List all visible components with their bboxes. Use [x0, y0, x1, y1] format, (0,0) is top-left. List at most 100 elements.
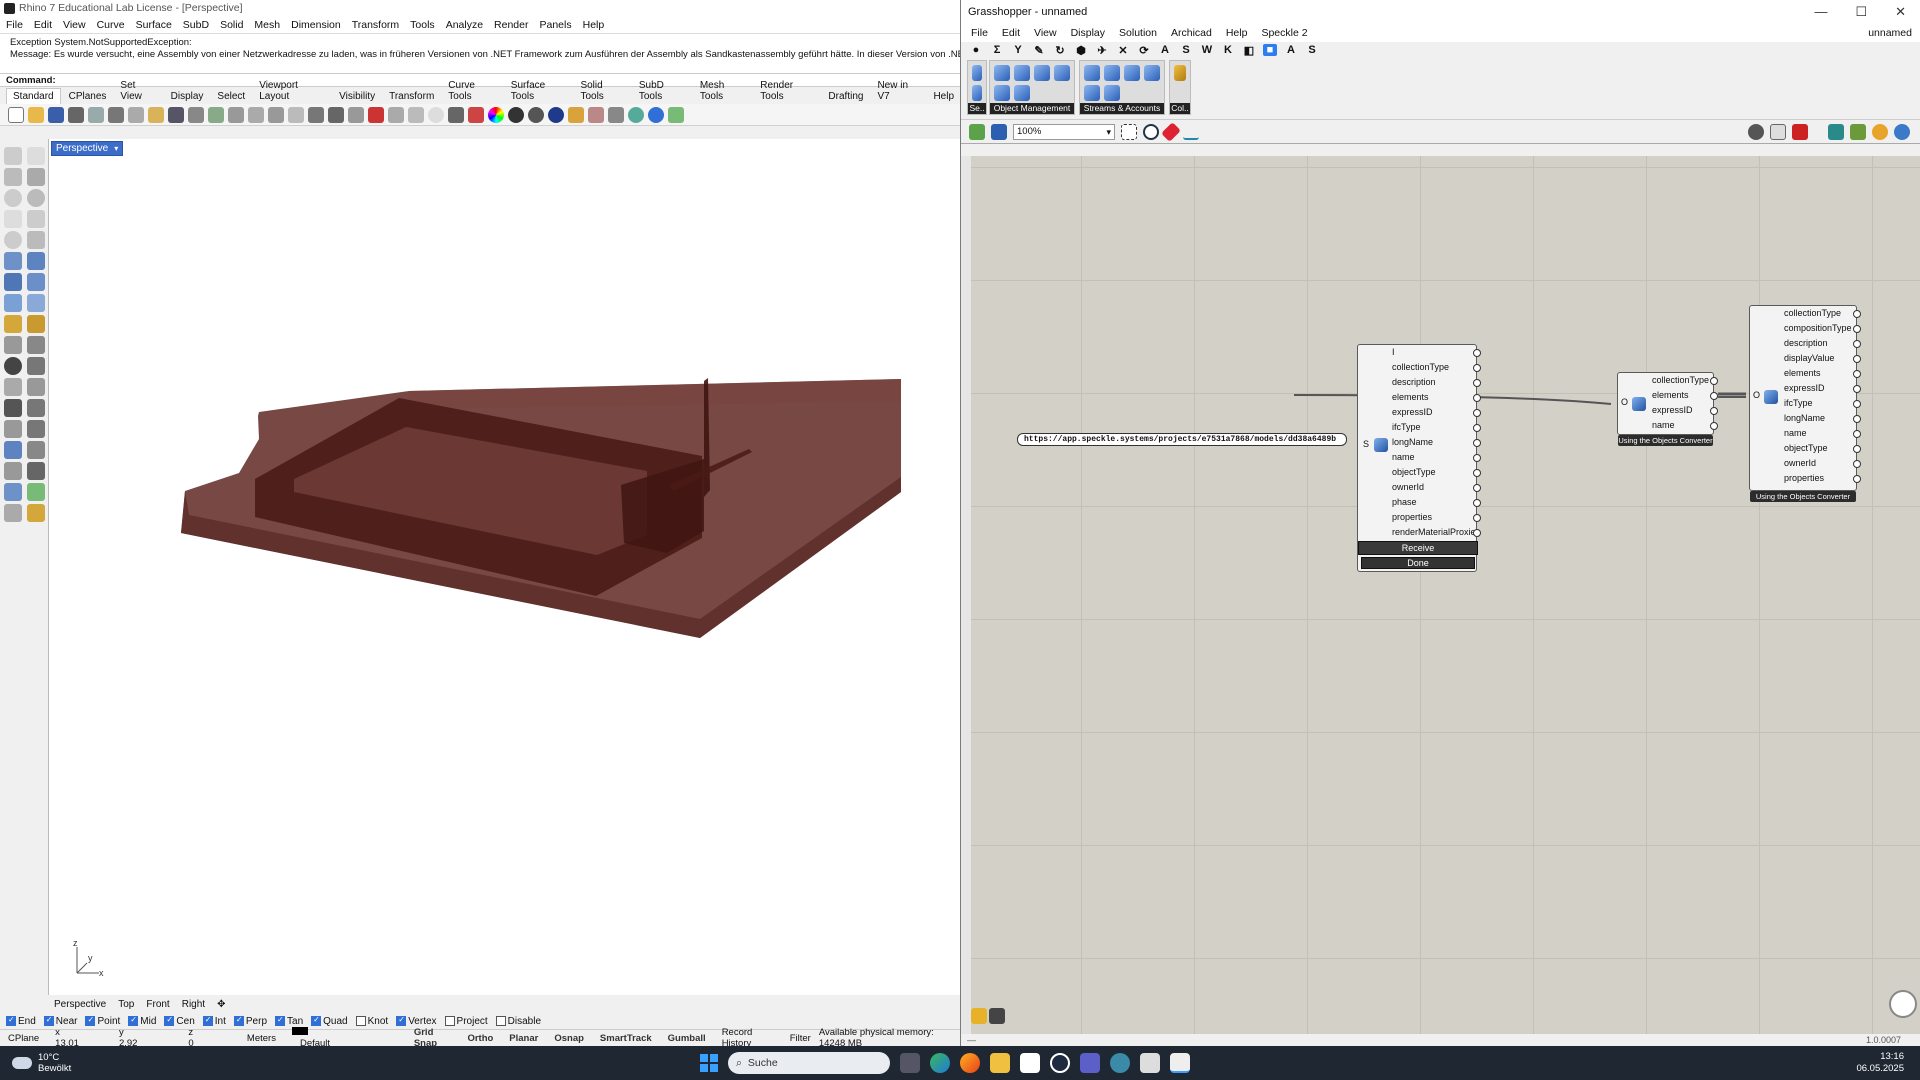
point-icon[interactable] — [27, 147, 45, 165]
new-file-icon[interactable] — [8, 106, 24, 123]
deconstruct-icon[interactable] — [1014, 85, 1030, 101]
color-wheel-icon[interactable] — [488, 106, 504, 123]
transform-icon[interactable] — [4, 441, 22, 459]
disable-preview-icon[interactable] — [1770, 123, 1786, 140]
edge-icon[interactable] — [930, 1053, 950, 1073]
gh-menu-archicad[interactable]: Archicad — [1171, 27, 1212, 39]
check-icon[interactable] — [668, 106, 684, 123]
output-param[interactable]: renderMaterialProxies — [1392, 525, 1481, 540]
store-icon[interactable] — [1020, 1053, 1040, 1073]
gh-tab-icon[interactable]: S — [1305, 44, 1319, 56]
surface-icon[interactable] — [4, 252, 22, 270]
preview-eye-icon[interactable] — [1143, 123, 1159, 140]
disable-solver-icon[interactable] — [1792, 123, 1808, 140]
gh-menu-help[interactable]: Help — [1226, 27, 1248, 39]
zoom-extents-icon[interactable] — [1121, 123, 1137, 140]
menu-view[interactable]: View — [63, 19, 86, 31]
open-file-icon[interactable] — [969, 123, 985, 140]
output-param[interactable]: I — [1392, 345, 1481, 360]
status-layer[interactable]: Default — [284, 1027, 354, 1046]
osnap-checkbox[interactable] — [495, 1016, 506, 1026]
status-cplane[interactable]: CPlane — [0, 1033, 47, 1044]
menu-surface[interactable]: Surface — [136, 19, 172, 31]
osnap-int[interactable]: Int — [202, 1015, 226, 1027]
render-icon[interactable] — [568, 106, 584, 123]
task-view-icon[interactable] — [900, 1053, 920, 1073]
output-param[interactable]: collectionType — [1392, 360, 1481, 375]
trim-icon[interactable] — [4, 378, 22, 396]
mesh-icon[interactable] — [27, 294, 45, 312]
canvas-record-icon[interactable] — [989, 1008, 1005, 1024]
osnap-tan[interactable]: Tan — [275, 1015, 303, 1027]
osnap-mid[interactable]: Mid — [128, 1015, 156, 1027]
gh-tab-icon[interactable]: A — [1284, 44, 1298, 56]
hide-icon[interactable] — [388, 106, 404, 123]
move-icon[interactable] — [4, 420, 22, 438]
gh-tab-icon[interactable]: ■ — [1263, 44, 1277, 56]
tab-mesh-tools[interactable]: Mesh Tools — [694, 78, 752, 104]
output-param[interactable]: ifcType — [1392, 420, 1481, 435]
gh-tab-icon[interactable]: ✎ — [1032, 44, 1046, 57]
osnap-cen[interactable]: Cen — [164, 1015, 195, 1027]
account-icon[interactable] — [1084, 65, 1100, 81]
url-panel[interactable]: https://app.speckle.systems/projects/e75… — [1017, 433, 1347, 446]
extrude-icon[interactable] — [4, 294, 22, 312]
gh-menu-display[interactable]: Display — [1071, 27, 1105, 39]
gh-tab-icon[interactable]: ● — [969, 44, 983, 56]
pan-icon[interactable] — [188, 106, 204, 123]
undo-view-icon[interactable] — [308, 106, 324, 123]
receive-button[interactable]: Receive — [1358, 541, 1478, 555]
expand-object-component-2[interactable]: O collectionType compositionType descripti… — [1749, 305, 1861, 502]
circle-icon[interactable] — [4, 189, 22, 207]
wireframe-sphere-icon[interactable] — [508, 106, 524, 123]
teams-icon[interactable] — [1080, 1053, 1100, 1073]
file-explorer-icon[interactable] — [990, 1053, 1010, 1073]
menu-file[interactable]: File — [6, 19, 23, 31]
output-param[interactable]: properties — [1784, 471, 1861, 486]
menu-edit[interactable]: Edit — [34, 19, 52, 31]
toggle-ortho[interactable]: Ortho — [459, 1033, 501, 1044]
zoom-extents-icon[interactable] — [268, 106, 284, 123]
output-param[interactable]: collectionType — [1784, 306, 1861, 321]
menu-curve[interactable]: Curve — [97, 19, 125, 31]
output-param[interactable]: elements — [1652, 388, 1718, 403]
print-icon[interactable] — [68, 106, 84, 123]
expand-object-component-1[interactable]: O collectionType elements expressID name Us… — [1617, 372, 1718, 446]
grasshopper-taskbar-icon[interactable] — [1170, 1053, 1190, 1073]
copy-icon[interactable] — [128, 106, 144, 123]
output-param[interactable]: description — [1392, 375, 1481, 390]
gh-menu-edit[interactable]: Edit — [1002, 27, 1020, 39]
toggle-gumball[interactable]: Gumball — [660, 1033, 714, 1044]
rotate-view-icon[interactable] — [208, 106, 224, 123]
output-param[interactable]: properties — [1392, 510, 1481, 525]
create-object-icon[interactable] — [994, 65, 1010, 81]
help-icon[interactable] — [648, 106, 664, 123]
text-object-icon[interactable] — [4, 399, 22, 417]
ribbon-group-collections[interactable]: Col.. — [1169, 60, 1191, 115]
sketch-pen-icon[interactable] — [1161, 121, 1181, 142]
grid-array-icon[interactable] — [4, 462, 22, 480]
osnap-checkbox[interactable] — [233, 1015, 244, 1026]
add-viewport-icon[interactable]: ✥ — [217, 999, 225, 1010]
receive-component[interactable]: S IcollectionType description elements expr… — [1357, 344, 1481, 572]
output-param[interactable]: expressID — [1652, 403, 1718, 418]
select-icon[interactable] — [368, 106, 384, 123]
output-param[interactable]: objectType — [1392, 465, 1481, 480]
rectangle-icon[interactable] — [27, 210, 45, 228]
loft-icon[interactable] — [27, 252, 45, 270]
ribbon-group-object-management[interactable]: Object Management — [989, 60, 1075, 115]
grid-icon[interactable] — [328, 106, 344, 123]
checkmark-icon[interactable] — [27, 483, 45, 501]
box-icon[interactable] — [4, 273, 22, 291]
toggle-osnap[interactable]: Osnap — [546, 1033, 592, 1044]
vp-tab-right[interactable]: Right — [182, 999, 205, 1010]
vp-tab-front[interactable]: Front — [146, 999, 169, 1010]
firefox-icon[interactable] — [960, 1053, 980, 1073]
shaded-sphere-icon[interactable] — [528, 106, 544, 123]
osnap-quad[interactable]: Quad — [311, 1015, 348, 1027]
polygon-icon[interactable] — [4, 210, 22, 228]
windows-start-icon[interactable] — [700, 1054, 718, 1072]
mirror-icon[interactable] — [27, 420, 45, 438]
output-param[interactable]: ifcType — [1784, 396, 1861, 411]
output-param[interactable]: name — [1652, 418, 1718, 433]
